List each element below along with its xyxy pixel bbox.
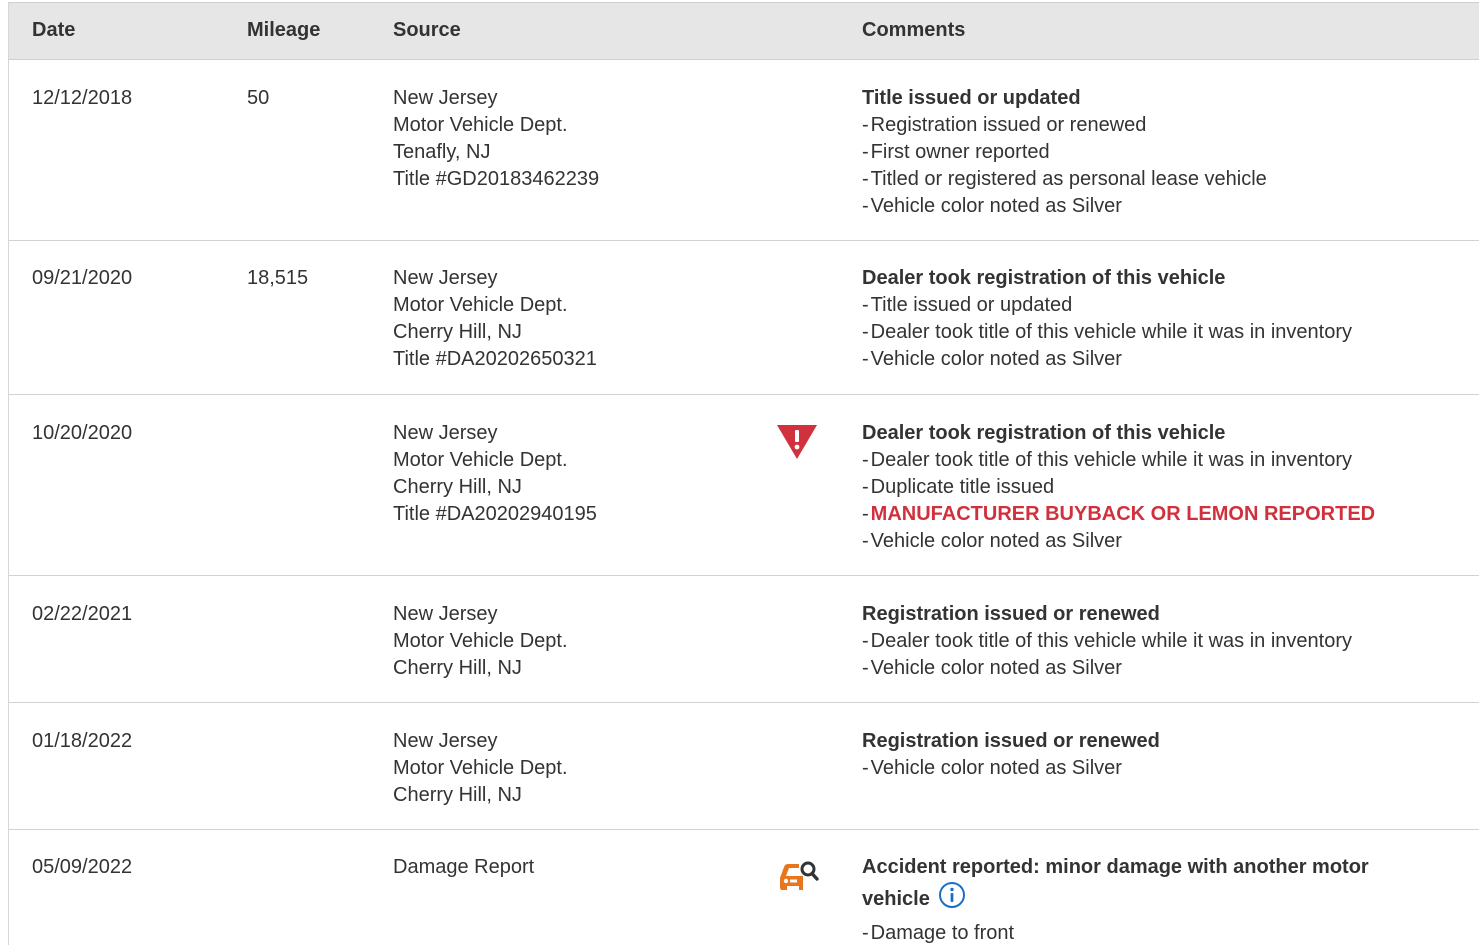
table-row: 10/20/2020 New Jersey Motor Vehicle Dept… <box>9 395 1479 576</box>
table-row: 09/21/2020 18,515 New Jersey Motor Vehic… <box>9 241 1479 395</box>
record-mileage: 50 <box>247 87 270 109</box>
source-line: Motor Vehicle Dept. <box>393 114 568 136</box>
comment-title: Registration issued or renewed <box>862 730 1160 752</box>
comment-line: - Damage to front <box>862 922 1015 944</box>
record-comments: Dealer took registration of this vehicle… <box>862 420 1462 555</box>
record-mileage: 18,515 <box>247 267 309 289</box>
source-line: New Jersey <box>393 730 498 752</box>
record-date: 12/12/2018 <box>32 87 133 109</box>
record-source: New Jersey Motor Vehicle Dept. Cherry Hi… <box>393 265 753 373</box>
vehicle-history-table: Date Mileage Source Comments 12/12/2018 … <box>8 2 1479 945</box>
header-mileage: Mileage <box>247 19 321 41</box>
source-line: Damage Report <box>393 856 535 878</box>
comment-title: Registration issued or renewed <box>862 603 1160 625</box>
source-line: Cherry Hill, NJ <box>393 321 522 343</box>
source-line: New Jersey <box>393 422 498 444</box>
source-line: Cherry Hill, NJ <box>393 657 522 679</box>
record-source: New Jersey Motor Vehicle Dept. Tenafly, … <box>393 85 753 193</box>
record-source: New Jersey Motor Vehicle Dept. Cherry Hi… <box>393 420 753 528</box>
lemon-alert-line: - MANUFACTURER BUYBACK OR LEMON REPORTED <box>862 503 1376 525</box>
record-comments: Dealer took registration of this vehicle… <box>862 265 1462 373</box>
comment-line: - Vehicle color noted as Silver <box>862 657 1122 679</box>
record-comments: Registration issued or renewed - Dealer t… <box>862 601 1462 682</box>
table-row: 01/18/2022 New Jersey Motor Vehicle Dept… <box>9 703 1479 830</box>
comment-line: - Dealer took title of this vehicle while… <box>862 449 1352 471</box>
table-row: 05/09/2022 Damage Report Accident report… <box>9 830 1479 945</box>
source-line: Title #GD20183462239 <box>393 168 600 190</box>
record-comments: Accident reported: minor damage with ano… <box>862 854 1442 945</box>
record-source: New Jersey Motor Vehicle Dept. Cherry Hi… <box>393 728 753 809</box>
warning-triangle-icon <box>775 423 819 463</box>
table-row: 02/22/2021 New Jersey Motor Vehicle Dept… <box>9 576 1479 703</box>
comment-title: Dealer took registration of this vehicle <box>862 422 1226 444</box>
comment-line: - Titled or registered as personal lease … <box>862 168 1267 190</box>
comment-title: Accident reported: minor damage with ano… <box>862 854 1442 917</box>
info-circle-icon[interactable] <box>938 881 966 917</box>
damage-car-search-icon <box>777 858 821 898</box>
source-line: Title #DA20202650321 <box>393 348 597 370</box>
table-row: 12/12/2018 50 New Jersey Motor Vehicle D… <box>9 60 1479 241</box>
comment-line: - Vehicle color noted as Silver <box>862 757 1122 779</box>
source-line: Title #DA20202940195 <box>393 503 597 525</box>
record-comments: Title issued or updated - Registration is… <box>862 85 1462 220</box>
comment-title: Title issued or updated <box>862 87 1081 109</box>
header-date: Date <box>32 19 76 41</box>
source-line: Motor Vehicle Dept. <box>393 449 568 471</box>
source-line: Cherry Hill, NJ <box>393 476 522 498</box>
source-line: Motor Vehicle Dept. <box>393 630 568 652</box>
comment-line: - Vehicle color noted as Silver <box>862 348 1122 370</box>
header-comments: Comments <box>862 19 966 41</box>
source-line: New Jersey <box>393 267 498 289</box>
record-date: 10/20/2020 <box>32 422 133 444</box>
record-date: 02/22/2021 <box>32 603 133 625</box>
comment-line: - Dealer took title of this vehicle while… <box>862 630 1352 652</box>
comment-line: - Title issued or updated <box>862 294 1073 316</box>
comment-line: - Duplicate title issued <box>862 476 1055 498</box>
source-line: New Jersey <box>393 603 498 625</box>
comment-line: - Dealer took title of this vehicle while… <box>862 321 1352 343</box>
comment-line: - Registration issued or renewed <box>862 114 1147 136</box>
record-source: Damage Report <box>393 854 753 881</box>
comment-line: - First owner reported <box>862 141 1050 163</box>
record-comments: Registration issued or renewed - Vehicle … <box>862 728 1462 782</box>
source-line: Tenafly, NJ <box>393 141 491 163</box>
comment-title: Dealer took registration of this vehicle <box>862 267 1226 289</box>
comment-line: - Vehicle color noted as Silver <box>862 195 1122 217</box>
table-header: Date Mileage Source Comments <box>9 2 1479 60</box>
record-date: 09/21/2020 <box>32 267 133 289</box>
record-date: 05/09/2022 <box>32 856 133 878</box>
record-source: New Jersey Motor Vehicle Dept. Cherry Hi… <box>393 601 753 682</box>
source-line: Cherry Hill, NJ <box>393 784 522 806</box>
source-line: Motor Vehicle Dept. <box>393 757 568 779</box>
header-source: Source <box>393 19 461 41</box>
record-date: 01/18/2022 <box>32 730 133 752</box>
comment-line: - Vehicle color noted as Silver <box>862 530 1122 552</box>
source-line: New Jersey <box>393 87 498 109</box>
source-line: Motor Vehicle Dept. <box>393 294 568 316</box>
